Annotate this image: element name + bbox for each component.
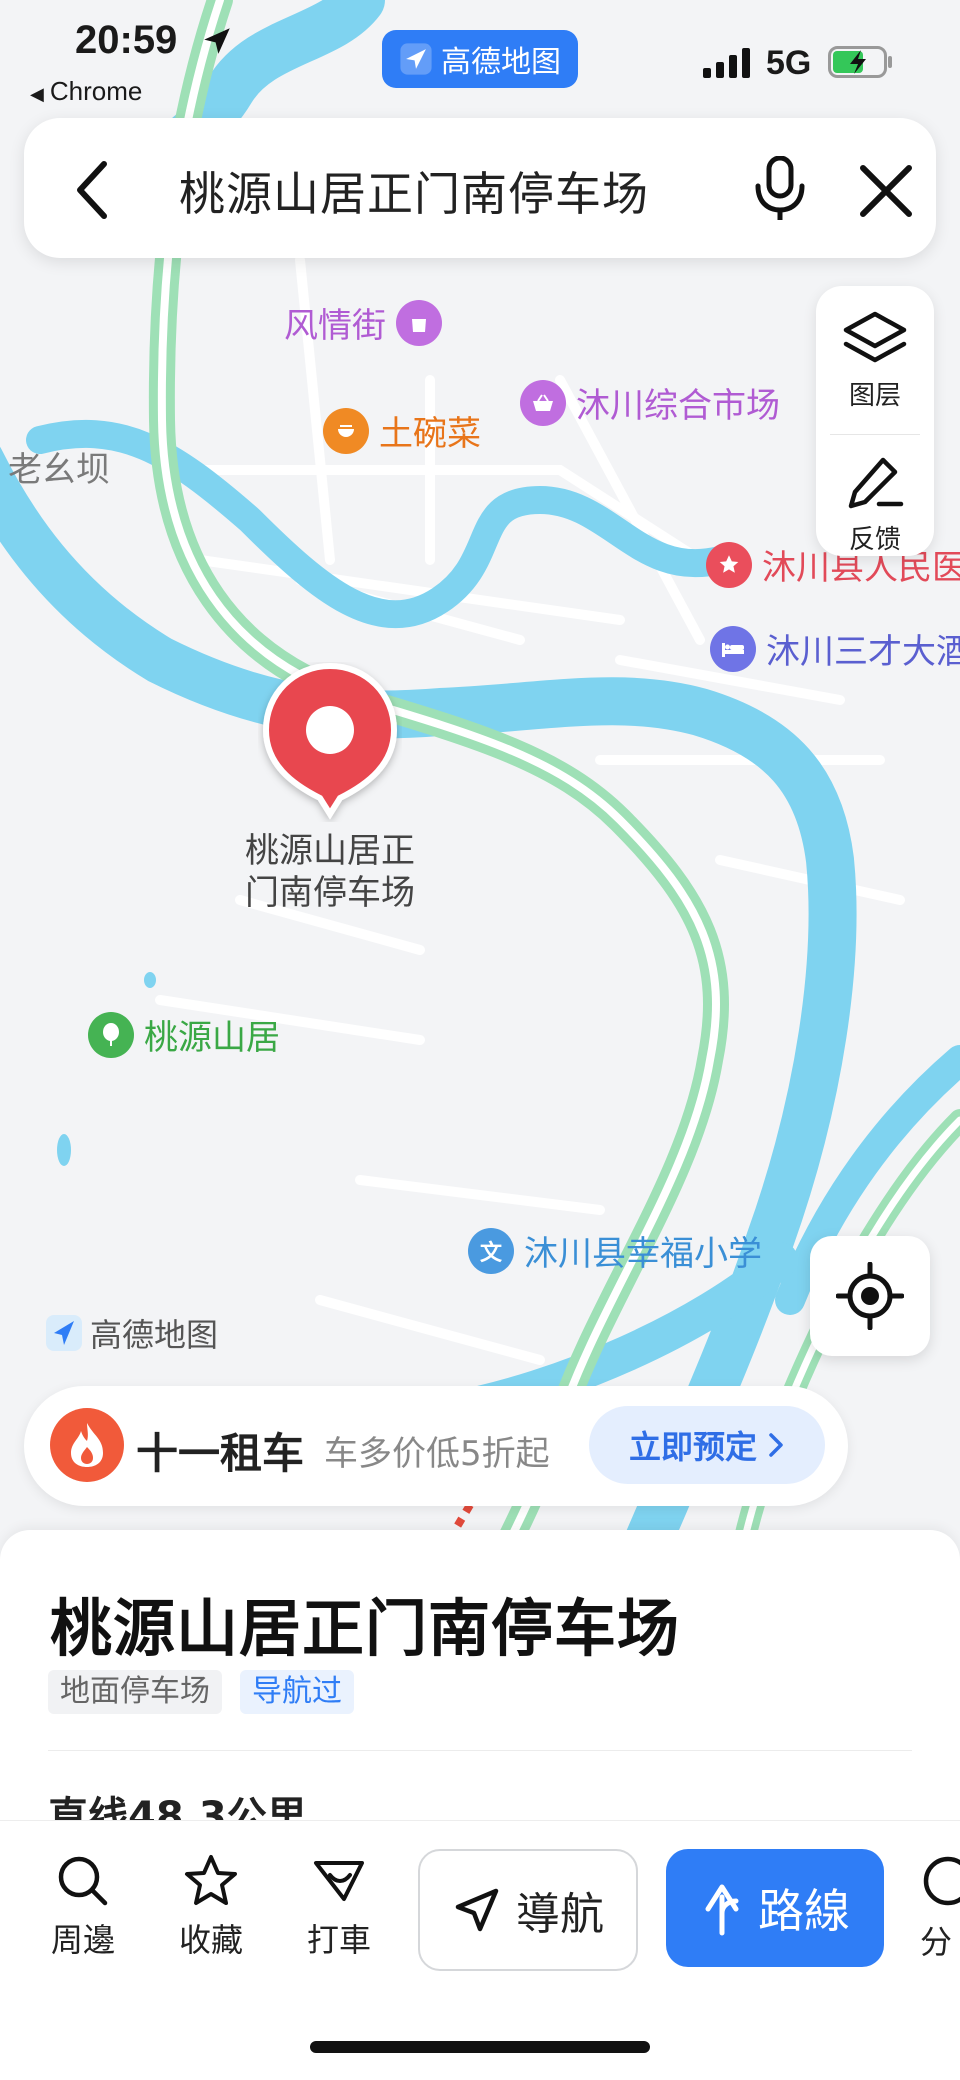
- poi-label: 土碗菜: [379, 414, 481, 454]
- star-outline-icon: [185, 1855, 237, 1905]
- battery-charging-icon: [828, 46, 892, 78]
- app-pill-label: 高德地图: [441, 45, 561, 80]
- share-label: 分: [920, 1923, 953, 1961]
- star-icon: [706, 541, 752, 588]
- search-bar[interactable]: 桃源山居正门南停车场: [24, 118, 936, 258]
- status-time: 20:59: [75, 18, 178, 62]
- poi-tuwancai[interactable]: 土碗菜: [323, 406, 481, 455]
- amap-watermark: 高德地图: [44, 1310, 218, 1356]
- home-indicator: [310, 2041, 650, 2053]
- layers-label: 图层: [848, 381, 901, 411]
- back-chevron-icon[interactable]: [72, 160, 112, 220]
- navigated-tag: 导航过: [240, 1670, 354, 1714]
- poi-hotel[interactable]: 沐川三才大酒店: [710, 624, 960, 673]
- flame-logo-icon: [50, 1408, 124, 1482]
- route-label: 路線: [758, 1884, 850, 1938]
- category-tag: 地面停车场: [48, 1670, 222, 1714]
- navigate-arrow-icon: [455, 1888, 499, 1932]
- layers-button[interactable]: 图层: [816, 308, 934, 412]
- favorite-label: 收藏: [178, 1921, 243, 1959]
- status-bar: 20:59 ◀ Chrome 高德地图 5G: [0, 0, 960, 110]
- microphone-icon[interactable]: [752, 156, 808, 222]
- navigate-label: 導航: [516, 1889, 604, 1940]
- locate-me-button[interactable]: [810, 1236, 930, 1356]
- restaurant-icon: [323, 407, 369, 454]
- rental-promo-banner[interactable]: 十一租车 车多价低5折起 立即预定: [24, 1386, 848, 1506]
- divider: [48, 1750, 912, 1751]
- route-turn-icon: [705, 1884, 739, 1936]
- taxi-icon: [314, 1861, 364, 1901]
- app-pill[interactable]: 高德地图: [382, 30, 578, 88]
- share-button[interactable]: 分: [920, 1853, 960, 1963]
- promo-subtitle: 车多价低5折起: [324, 1434, 550, 1474]
- area-label-laoyaoba: 老幺坝: [8, 450, 110, 490]
- poi-label: 沐川综合市场: [576, 386, 780, 426]
- back-triangle-icon: ◀: [30, 84, 44, 104]
- taxi-button[interactable]: 打車: [284, 1853, 394, 1961]
- taxi-label: 打車: [306, 1921, 371, 1959]
- poi-label: 沐川县幸福小学: [524, 1234, 762, 1274]
- promo-name: 十一租车: [136, 1429, 305, 1478]
- favorite-button[interactable]: 收藏: [156, 1853, 266, 1961]
- straight-distance: 直线48.3公里: [48, 1794, 307, 1824]
- book-now-label: 立即预定: [628, 1428, 757, 1466]
- book-now-button[interactable]: 立即预定: [589, 1406, 825, 1484]
- search-query[interactable]: 桃源山居正门南停车场: [179, 158, 649, 224]
- location-arrow-icon: [204, 28, 230, 54]
- poi-market[interactable]: 沐川综合市场: [520, 378, 780, 427]
- back-to-app[interactable]: ◀ Chrome: [30, 76, 142, 107]
- shopping-bag-icon: [396, 299, 442, 346]
- back-app-label: Chrome: [49, 76, 143, 106]
- feedback-label: 反馈: [848, 525, 901, 555]
- bed-icon: [710, 625, 756, 672]
- layers-icon: [843, 311, 907, 363]
- watermark-text: 高德地图: [90, 1316, 219, 1354]
- poi-label: 桃源山居: [144, 1018, 280, 1058]
- network-type: 5G: [766, 44, 812, 82]
- tree-icon: [88, 1011, 134, 1058]
- feedback-button[interactable]: 反馈: [816, 454, 934, 556]
- route-button[interactable]: 路線: [666, 1849, 884, 1967]
- amap-logo-icon: [46, 1315, 82, 1351]
- navigate-button[interactable]: 導航: [418, 1849, 638, 1971]
- location-pin-icon[interactable]: [258, 662, 402, 826]
- poi-label: 风情街: [284, 306, 386, 346]
- pin-label: 桃源山居正 门南停车场: [230, 830, 430, 914]
- action-bar: 周邊 收藏 打車 導航 路線 分: [0, 1820, 960, 2080]
- pin-label-line: 桃源山居正: [245, 831, 415, 871]
- poi-school[interactable]: 文 沐川县幸福小学: [468, 1226, 762, 1275]
- signal-icon: [703, 48, 750, 78]
- nearby-button[interactable]: 周邊: [28, 1853, 138, 1961]
- pin-label-line: 门南停车场: [245, 873, 415, 913]
- amap-arrow-icon: [400, 43, 432, 75]
- close-icon[interactable]: [859, 164, 913, 218]
- place-title: 桃源山居正门南停车场: [50, 1592, 681, 1665]
- poi-fengqing[interactable]: 风情街: [284, 298, 442, 347]
- chevron-right-icon: [769, 1433, 783, 1457]
- nearby-label: 周邊: [50, 1921, 115, 1959]
- basket-icon: [520, 379, 566, 426]
- school-icon: 文: [468, 1227, 514, 1274]
- search-icon: [58, 1856, 108, 1906]
- crosshair-icon: [836, 1262, 904, 1330]
- share-icon: [923, 1856, 960, 1906]
- edit-pencil-icon: [848, 457, 904, 509]
- poi-taoyuan[interactable]: 桃源山居: [88, 1010, 280, 1059]
- poi-label: 沐川三才大酒店: [766, 632, 960, 672]
- tools-divider: [830, 434, 920, 435]
- map-tools-panel: 图层 反馈: [816, 286, 934, 556]
